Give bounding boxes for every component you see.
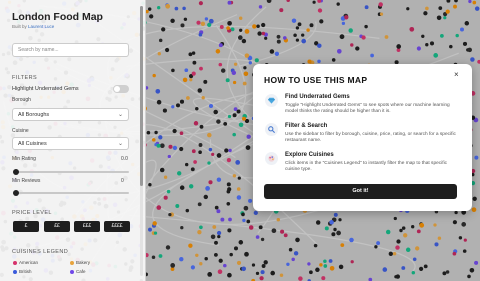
feature-title-gems: Find Underrated Gems [285, 94, 350, 100]
legend-item-cafe[interactable]: Cafe [70, 269, 86, 274]
legend-item-british[interactable]: British [13, 269, 32, 274]
filters-heading: FILTERS [12, 75, 38, 81]
feature-desc-filter: Use the sidebar to filter by borough, cu… [285, 132, 456, 143]
min-reviews-slider[interactable] [13, 190, 129, 196]
min-reviews-value: 0 [121, 178, 124, 184]
magnifier-icon [265, 123, 278, 136]
legend-label: Bakery [76, 260, 91, 265]
chevron-down-icon: ⌄ [117, 141, 123, 147]
min-rating-slider[interactable] [13, 169, 129, 175]
slider-thumb[interactable] [13, 169, 19, 175]
toggle-knob [114, 86, 120, 92]
legend-item-american[interactable]: American [13, 260, 38, 265]
got-it-button[interactable]: Got it! [264, 184, 457, 199]
legend-label: Cafe [76, 269, 86, 274]
highlight-gems-toggle[interactable] [113, 85, 129, 93]
price-button-4[interactable]: ££££ [104, 221, 130, 232]
slider-thumb[interactable] [13, 190, 19, 196]
min-rating-label: Min Rating [12, 156, 36, 162]
author-link[interactable]: Laurent Luce [28, 24, 54, 29]
cuisine-select[interactable]: All Cuisines ⌄ [12, 137, 129, 150]
sidebar-scrollbar[interactable] [140, 6, 143, 276]
search-input[interactable] [12, 43, 129, 57]
feature-desc-gems: Toggle "Highlight Underrated Gems" to se… [285, 103, 450, 114]
modal-title: HOW TO USE THIS MAP [264, 75, 368, 85]
legend-swatch [70, 260, 74, 265]
legend-swatch [70, 269, 74, 274]
legend-label: British [19, 269, 32, 274]
sidebar: London Food Map Built by Laurent Luce FI… [0, 0, 146, 281]
legend-label: American [19, 260, 39, 265]
sidebar-scrollbar-thumb[interactable] [140, 6, 143, 186]
built-by-credit: Built by Laurent Luce [12, 24, 54, 29]
feature-desc-cuisines: Click items in the "Cuisines Legend" to … [285, 161, 448, 172]
min-rating-value: 0.0 [121, 156, 128, 162]
app-title: London Food Map [12, 11, 103, 23]
cuisine-label: Cuisine [12, 128, 29, 134]
borough-label: Borough [12, 97, 31, 103]
palette-icon [265, 152, 278, 165]
price-button-1[interactable]: £ [13, 221, 39, 232]
close-icon[interactable]: × [454, 70, 459, 79]
legend-swatch [13, 260, 17, 265]
price-button-2[interactable]: ££ [44, 221, 70, 232]
feature-title-cuisines: Explore Cuisines [285, 152, 334, 158]
price-level-heading: PRICE LEVEL [12, 210, 52, 216]
price-button-3[interactable]: £££ [74, 221, 100, 232]
cuisines-legend-heading: CUISINES LEGEND [12, 249, 69, 255]
feature-title-filter: Filter & Search [285, 123, 328, 129]
highlight-gems-label: Highlight Underrated Gems [12, 86, 79, 92]
cuisine-select-value: All Cuisines [18, 141, 47, 147]
gem-icon [265, 94, 278, 107]
built-by-prefix: Built by [12, 24, 27, 29]
legend-swatch [13, 269, 17, 274]
legend-item-bakery[interactable]: Bakery [70, 260, 90, 265]
borough-select-value: All Boroughs [18, 112, 50, 118]
how-to-use-modal: HOW TO USE THIS MAP × Find Underrated Ge… [253, 64, 472, 211]
min-reviews-label: Min Reviews [12, 178, 41, 184]
chevron-down-icon: ⌄ [117, 112, 123, 118]
borough-select[interactable]: All Boroughs ⌄ [12, 108, 129, 121]
